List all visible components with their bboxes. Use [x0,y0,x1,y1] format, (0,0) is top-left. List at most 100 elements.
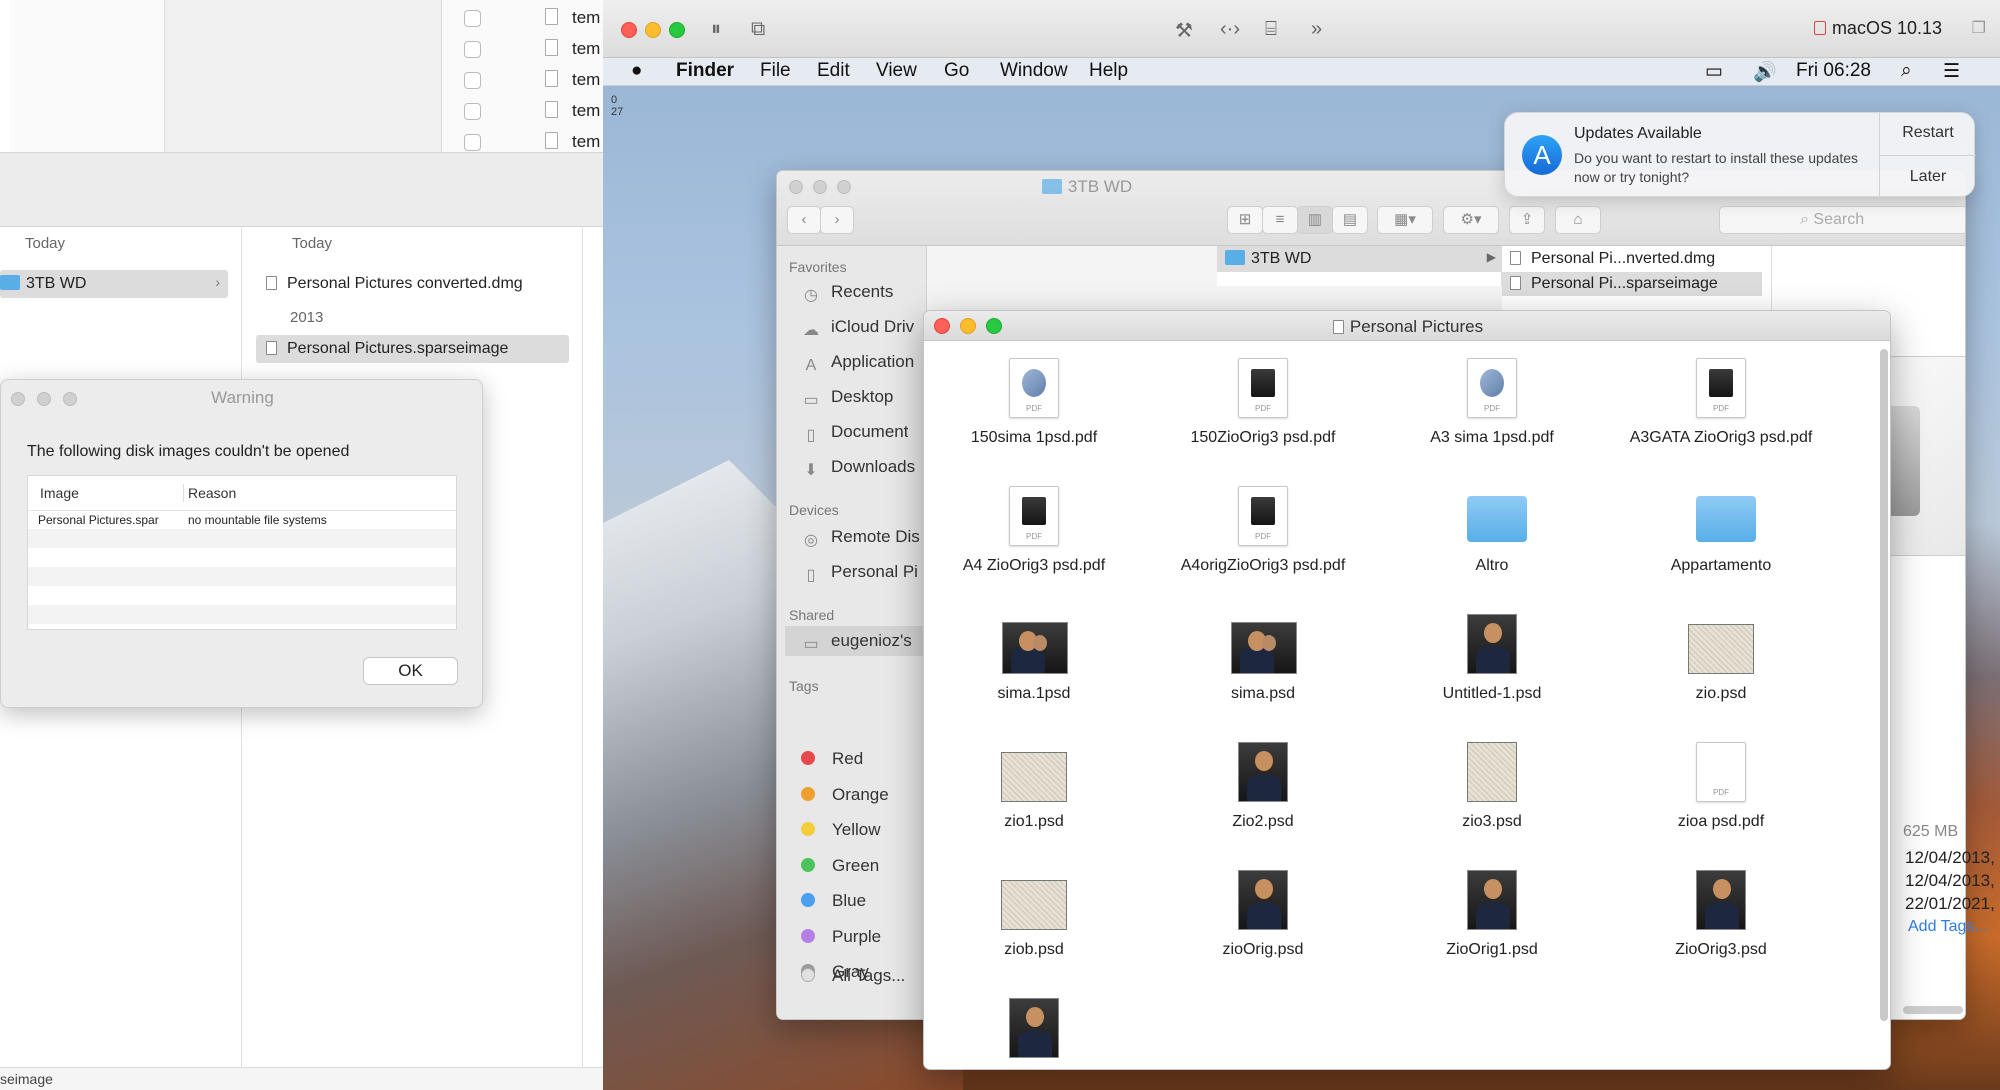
list-item[interactable]: Personal Pi...nverted.dmg [1510,250,1715,268]
tag-icon[interactable]: ⌂ [1555,206,1601,234]
menu-window[interactable]: Window [1000,60,1068,82]
group-button[interactable]: ▦▾ [1377,206,1433,234]
sidebar-item-desktop[interactable]: ▭ Desktop [801,387,893,409]
search-input[interactable]: ⌕ Search [1719,206,1965,234]
display-icon[interactable]: ▭ [1705,60,1723,83]
chevron-more-icon[interactable]: » [1311,18,1322,41]
action-gear-icon[interactable]: ⚙▾ [1443,206,1499,234]
back-button[interactable]: ‹ [787,206,821,234]
ok-button[interactable]: OK [363,657,458,685]
later-button[interactable]: Later [1880,168,1976,186]
tag-color-dot-icon [801,751,815,765]
sidebar-item-personal-pictures[interactable]: ▯ Personal Pi [801,562,918,584]
sidebar-tag-purple[interactable]: Purple [801,927,881,947]
sidebar-tag-orange[interactable]: Orange [801,785,889,805]
sidebar-item-remote-disc[interactable]: ◎ Remote Dis [801,527,920,549]
sidebar-item-applications[interactable]: A Application [801,352,915,374]
list-item-selected[interactable]: Personal Pictures.sparseimage [256,335,569,363]
table-row[interactable]: Personal Pictures.spar no mountable file… [28,510,456,529]
file-item[interactable]: sima.1psd [924,610,1144,720]
list-item[interactable]: tem [442,95,603,126]
file-item[interactable]: ziob.psd [924,866,1144,976]
menu-go[interactable]: Go [944,60,969,82]
drive-icon[interactable]: ⌸ [1265,18,1277,41]
column-header-image[interactable]: Image [40,476,79,510]
sidebar-tag-red[interactable]: Red [801,749,863,769]
file-item[interactable]: Altro [1382,482,1602,592]
sidebar-tag-blue[interactable]: Blue [801,891,866,911]
minimize-button[interactable] [645,22,661,38]
apple-menu-icon[interactable]: ● [631,60,642,82]
list-item[interactable]: tem [442,2,603,33]
forward-button[interactable]: › [820,206,854,234]
list-item-selected[interactable]: Personal Pi...sparseimage [1502,272,1762,296]
file-item[interactable]: sima.psd [1153,610,1373,720]
code-arrows-icon[interactable]: ‹·› [1220,18,1240,41]
column-item-3tb-wd[interactable]: 3TB WD › [0,270,228,298]
list-item[interactable]: tem [442,33,603,64]
file-item[interactable]: PDF A4origZioOrig3 psd.pdf [1153,482,1373,592]
file-item[interactable]: PDF A3GATA ZioOrig3 psd.pdf [1611,354,1831,464]
restart-button[interactable]: Restart [1880,124,1976,142]
host-status-bar: seimage [0,1067,603,1090]
checkbox[interactable] [464,41,481,58]
pause-icon[interactable]: ⏸ [711,18,721,41]
wrench-icon[interactable]: ⚒ [1175,18,1193,43]
list-item[interactable]: Personal Pictures converted.dmg [266,275,523,293]
list-item[interactable]: tem [442,64,603,95]
menu-edit[interactable]: Edit [817,60,850,82]
gallery-view-button[interactable]: ▤ [1332,206,1368,234]
file-item[interactable]: Appartamento [1611,482,1831,592]
menu-finder[interactable]: Finder [676,60,734,82]
share-icon[interactable]: ⇪ [1509,206,1545,234]
checkbox[interactable] [464,72,481,89]
sidebar-item-downloads[interactable]: ⬇ Downloads [801,457,915,479]
checkbox[interactable] [464,103,481,120]
window-resize-icon[interactable]: ❐ [1972,18,1986,38]
sidebar-tag-yellow[interactable]: Yellow [801,820,881,840]
file-item[interactable]: Zio2.psd [1153,738,1373,848]
column-header-reason[interactable]: Reason [188,476,236,510]
file-item[interactable]: PDF A4 ZioOrig3 psd.pdf [924,482,1144,592]
sidebar-item-recents[interactable]: ◷ Recents [801,282,893,304]
spotlight-search-icon[interactable]: ⌕ [1901,60,1912,82]
add-tags-link[interactable]: Add Tags... [1908,918,1988,936]
sidebar-item-documents[interactable]: ▯ Document [801,422,909,444]
vertical-scrollbar[interactable] [1880,349,1888,1021]
notification-center-icon[interactable]: ☰ [1943,60,1960,83]
close-button[interactable] [621,22,637,38]
column-header: Today [292,235,333,252]
sidebar-tag-green[interactable]: Green [801,856,879,876]
icon-view-button[interactable]: ⊞ [1227,206,1263,234]
checkbox[interactable] [464,134,481,151]
menu-help[interactable]: Help [1089,60,1128,82]
file-item[interactable]: Untitled-1.psd [1382,610,1602,720]
sidebar-item-eugenioz[interactable]: ▭ eugenioz's [801,631,911,653]
file-item[interactable]: PDF zioa psd.pdf [1611,738,1831,848]
file-item[interactable]: zio1.psd [924,738,1144,848]
file-item[interactable] [924,994,1144,1069]
checkbox[interactable] [464,10,481,27]
list-view-button[interactable]: ≡ [1262,206,1298,234]
menu-file[interactable]: File [760,60,791,82]
file-item[interactable]: PDF 150sima 1psd.pdf [924,354,1144,464]
file-item[interactable]: ZioOrig3.psd [1611,866,1831,976]
file-item[interactable]: PDF A3 sima 1psd.pdf [1382,354,1602,464]
sidebar-item-all-tags[interactable]: All Tags... [801,966,905,986]
volume-icon[interactable]: 🔊 [1753,60,1777,84]
file-item[interactable]: zio.psd [1611,610,1831,720]
file-item[interactable]: zio3.psd [1382,738,1602,848]
horizontal-scrollbar[interactable] [1903,1006,1963,1014]
menu-view[interactable]: View [876,60,917,82]
menu-clock[interactable]: Fri 06:28 [1796,60,1871,82]
zoom-button[interactable] [669,22,685,38]
column-item-3tb-wd[interactable]: 3TB WD ▶ [1217,246,1502,272]
file-item[interactable]: PDF 150ZioOrig3 psd.pdf [1153,354,1373,464]
snapshot-icon[interactable]: ⧉ [751,18,765,41]
column-view-button[interactable]: ▥ [1297,206,1333,234]
folder-icon [1225,250,1245,265]
file-name: sima.psd [1230,685,1296,702]
file-item[interactable]: zioOrig.psd [1153,866,1373,976]
file-item[interactable]: ZioOrig1.psd [1382,866,1602,976]
sidebar-item-icloud[interactable]: ☁ iCloud Driv [801,317,914,339]
